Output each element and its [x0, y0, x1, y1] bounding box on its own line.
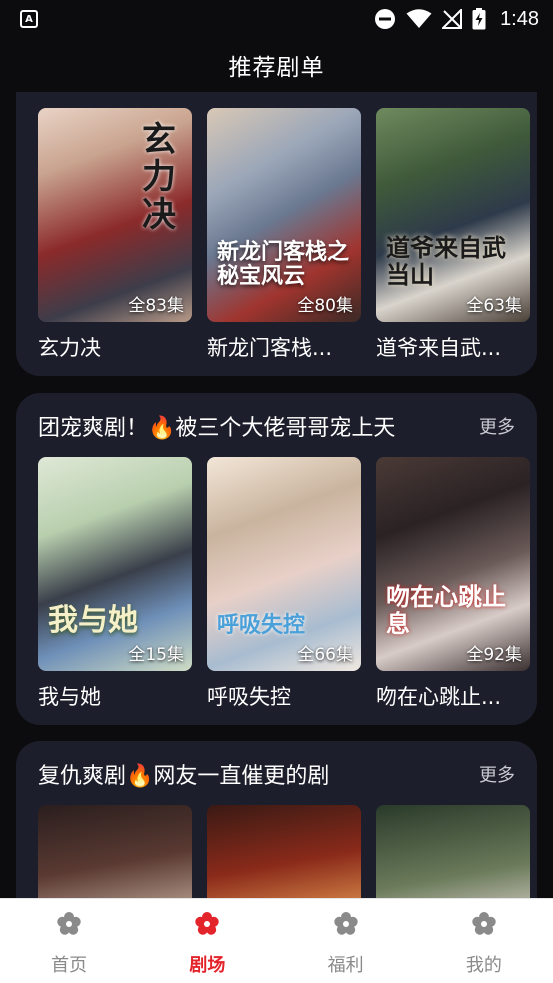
poster-title-art: 我与她 [48, 603, 138, 638]
drama-poster[interactable] [376, 805, 530, 898]
page-title: 推荐剧单 [228, 55, 325, 81]
drama-title: 吻在心跳止... [376, 685, 502, 709]
nav-item-theater[interactable]: 剧场 [138, 899, 276, 983]
drama-poster[interactable] [38, 805, 192, 898]
flower-icon [472, 912, 496, 935]
episode-count: 全80集 [297, 296, 353, 316]
nav-label: 福利 [327, 955, 364, 976]
nav-label: 剧场 [189, 955, 226, 976]
drama-poster[interactable]: 我与她 全15集 [38, 457, 192, 671]
flower-icon [195, 912, 220, 935]
app-notification-icon: A [20, 10, 38, 28]
drama-card[interactable] [376, 805, 530, 898]
episode-count: 全92集 [466, 645, 522, 665]
drama-card[interactable] [38, 805, 192, 898]
poster-title-art: 新龙门客栈之秘宝风云 [217, 238, 350, 289]
nav-item-benefits[interactable]: 福利 [277, 899, 415, 983]
poster-title-art: 呼吸失控 [217, 611, 306, 638]
drama-card[interactable]: 我与她 全15集 我与她 [38, 457, 192, 711]
poster-title-art: 道爷来自武当山 [386, 233, 506, 289]
episode-count: 全83集 [128, 296, 184, 316]
poster-title-art: 玄力决 [142, 120, 176, 235]
flower-icon [333, 912, 358, 935]
drama-poster[interactable]: 吻在心跳止息 全92集 [376, 457, 530, 671]
do-not-disturb-icon [374, 8, 396, 30]
drama-card[interactable]: 吻在心跳止息 全92集 吻在心跳止... [376, 457, 530, 711]
section-title: 复仇爽剧🔥网友一直催更的剧 [38, 764, 330, 789]
drama-card[interactable]: 呼吸失控 全66集 呼吸失控 [207, 457, 361, 711]
drama-card[interactable]: 新龙门客栈之秘宝风云 全80集 新龙门客栈... [207, 108, 361, 362]
playlist-section: 团宠爽剧！🔥被三个大佬哥哥宠上天 更多 我与她 全15集 我与她 呼吸失控 全6… [16, 393, 537, 725]
more-link[interactable]: 更多 [479, 761, 515, 787]
status-bar: A 1:48 [0, 0, 553, 38]
flower-icon [57, 912, 81, 935]
drama-poster[interactable]: 呼吸失控 全66集 [207, 457, 361, 671]
nav-item-home[interactable]: 首页 [0, 899, 138, 983]
episode-count: 全66集 [297, 645, 353, 665]
nav-label: 我的 [465, 955, 502, 976]
episode-count: 全63集 [466, 296, 522, 316]
episode-count: 全15集 [128, 645, 184, 665]
wifi-icon [406, 9, 432, 29]
nav-item-profile[interactable]: 我的 [415, 899, 553, 983]
clock-time: 1:48 [500, 7, 539, 30]
drama-poster[interactable]: 道爷来自武当山 全63集 [376, 108, 530, 322]
poster-title-art: 吻在心跳止息 [386, 582, 506, 638]
drama-title: 新龙门客栈... [207, 336, 333, 360]
drama-poster[interactable] [207, 805, 361, 898]
drama-card[interactable]: 道爷来自武当山 全63集 道爷来自武... [376, 108, 530, 362]
drama-card[interactable]: 玄力决 全83集 玄力决 [38, 108, 192, 362]
drama-poster[interactable]: 新龙门客栈之秘宝风云 全80集 [207, 108, 361, 322]
section-title: 团宠爽剧！🔥被三个大佬哥哥宠上天 [38, 416, 396, 441]
playlist-section: 复仇爽剧🔥网友一直催更的剧 更多 [16, 741, 537, 898]
nav-label: 首页 [51, 955, 88, 976]
drama-title: 玄力决 [38, 336, 101, 360]
drama-title: 我与她 [38, 685, 101, 709]
more-link[interactable]: 更多 [479, 413, 515, 439]
battery-charging-icon [472, 8, 486, 30]
drama-title: 呼吸失控 [207, 685, 291, 709]
drama-title: 道爷来自武... [376, 336, 502, 360]
drama-card[interactable] [207, 805, 361, 898]
no-signal-icon [442, 9, 463, 29]
drama-poster[interactable]: 玄力决 全83集 [38, 108, 192, 322]
bottom-nav: 首页 剧场 福利 我的 [0, 898, 553, 983]
playlist-scroll-area[interactable]: 玄力决 全83集 玄力决 新龙门客栈之秘宝风云 全80集 新龙门客栈... 道爷… [0, 92, 553, 898]
playlist-section-top: 玄力决 全83集 玄力决 新龙门客栈之秘宝风云 全80集 新龙门客栈... 道爷… [16, 92, 537, 376]
